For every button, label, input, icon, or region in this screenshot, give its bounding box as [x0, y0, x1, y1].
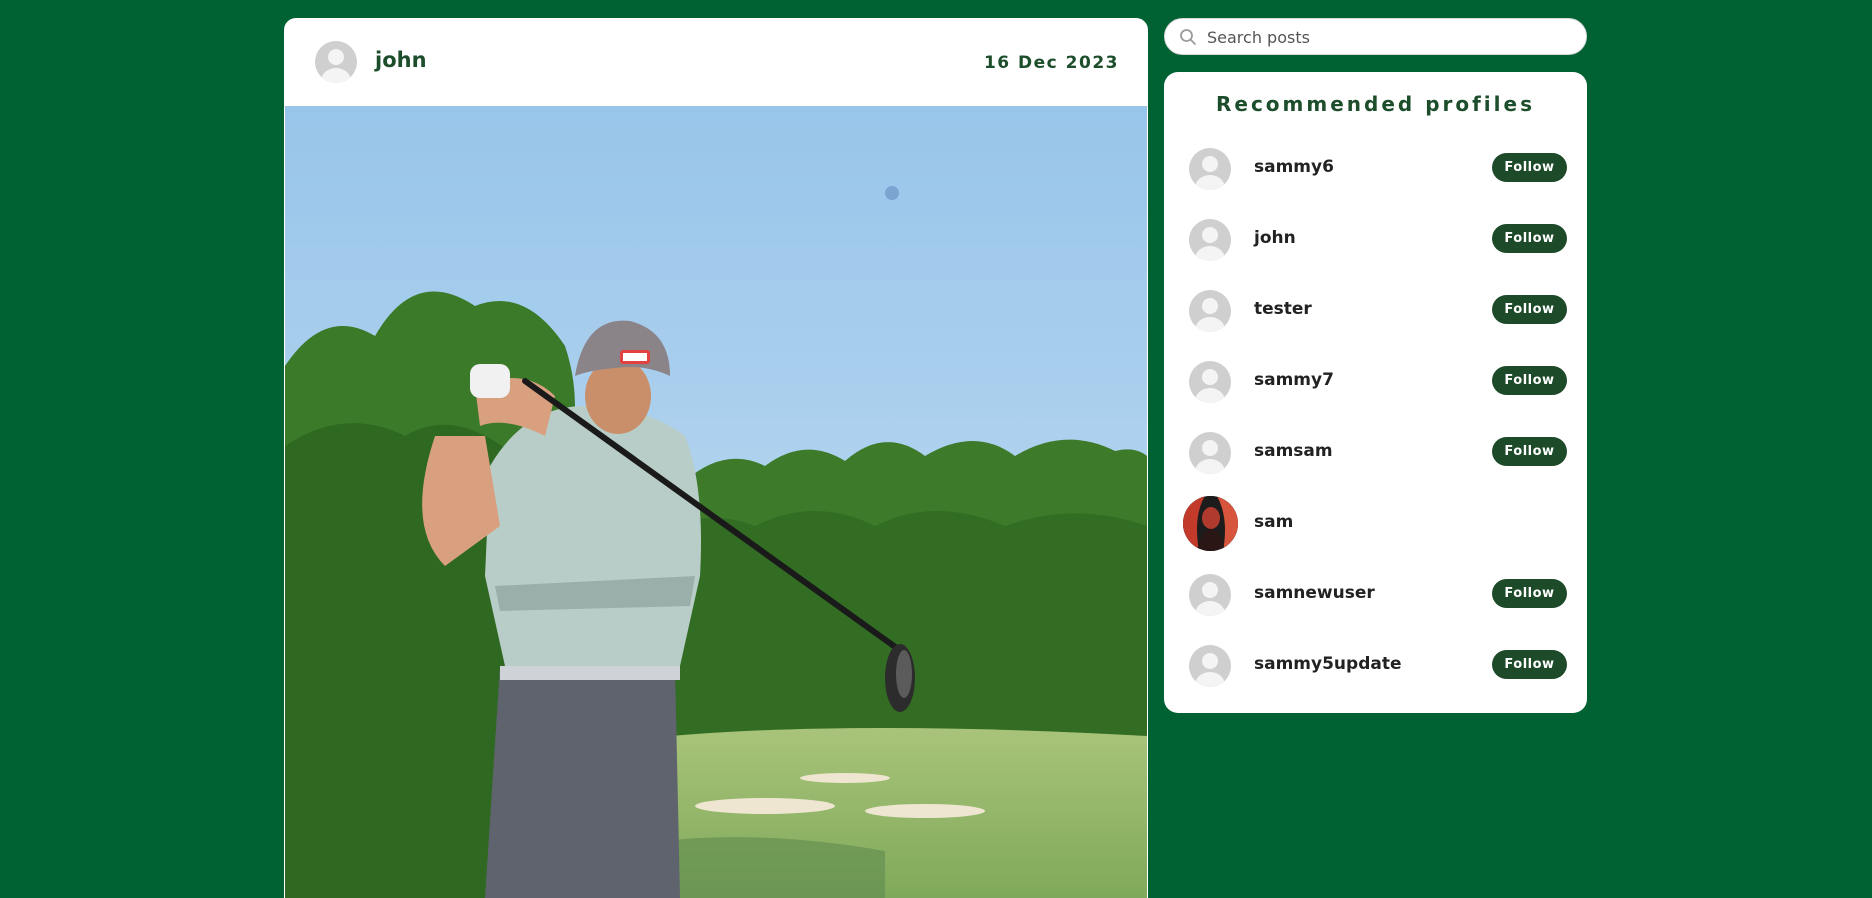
avatar-placeholder-icon[interactable] — [1189, 148, 1231, 190]
profile-name[interactable]: tester — [1254, 299, 1312, 319]
avatar-body — [321, 68, 351, 83]
post-header: john 16 Dec 2023 — [284, 18, 1148, 107]
search-icon — [1179, 28, 1197, 50]
profile-item: sammy6 Follow — [1164, 141, 1587, 212]
profile-item: tester Follow — [1164, 283, 1587, 354]
profile-item: sammy5update Follow — [1164, 638, 1587, 709]
profile-name[interactable]: sammy6 — [1254, 157, 1334, 177]
follow-button[interactable]: Follow — [1492, 579, 1567, 608]
search-input[interactable] — [1205, 24, 1579, 51]
profile-name[interactable]: samnewuser — [1254, 583, 1375, 603]
profile-name[interactable]: sam — [1254, 512, 1293, 532]
post-date: 16 Dec 2023 — [983, 53, 1119, 73]
post-author[interactable]: john — [375, 48, 427, 72]
profile-photo-avatar[interactable] — [1183, 496, 1238, 551]
profile-name[interactable]: sammy7 — [1254, 370, 1334, 390]
search-box[interactable] — [1164, 18, 1587, 55]
avatar-placeholder-icon[interactable] — [1189, 574, 1231, 616]
profile-name[interactable]: sammy5update — [1254, 654, 1402, 674]
follow-button[interactable]: Follow — [1492, 437, 1567, 466]
avatar-placeholder-icon[interactable] — [1189, 432, 1231, 474]
avatar-head — [328, 49, 344, 65]
recommended-profiles-list: sammy6 Follow john Follow tester Follow … — [1164, 141, 1587, 709]
follow-button[interactable]: Follow — [1492, 224, 1567, 253]
author-avatar[interactable] — [315, 41, 357, 83]
recommended-profiles-card: Recommended profiles sammy6 Follow john … — [1164, 72, 1587, 713]
follow-button[interactable]: Follow — [1492, 366, 1567, 395]
post-card: john 16 Dec 2023 — [284, 18, 1148, 898]
profile-item: samsam Follow — [1164, 425, 1587, 496]
profile-name[interactable]: samsam — [1254, 441, 1333, 461]
profile-item: sammy7 Follow — [1164, 354, 1587, 425]
follow-button[interactable]: Follow — [1492, 295, 1567, 324]
avatar-placeholder-icon[interactable] — [1189, 290, 1231, 332]
avatar-placeholder-icon[interactable] — [1189, 361, 1231, 403]
profile-item: sam — [1164, 496, 1587, 567]
profile-item: samnewuser Follow — [1164, 567, 1587, 638]
post-image[interactable] — [285, 106, 1147, 898]
avatar-placeholder-icon[interactable] — [1189, 645, 1231, 687]
avatar-placeholder-icon[interactable] — [1189, 219, 1231, 261]
follow-button[interactable]: Follow — [1492, 650, 1567, 679]
recommended-profiles-title: Recommended profiles — [1215, 92, 1535, 116]
profile-name[interactable]: john — [1254, 228, 1296, 248]
profile-item: john Follow — [1164, 212, 1587, 283]
follow-button[interactable]: Follow — [1492, 153, 1567, 182]
